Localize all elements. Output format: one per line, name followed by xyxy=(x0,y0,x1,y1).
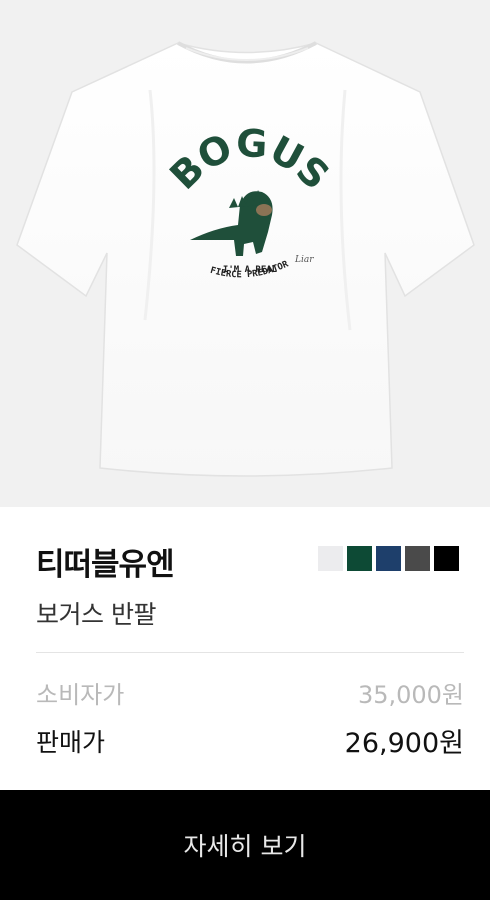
msrp-label: 소비자가 xyxy=(36,681,125,709)
swatch-green[interactable] xyxy=(347,546,372,571)
brand-name[interactable]: 티떠블유엔 xyxy=(36,539,175,584)
msrp-row: 소비자가 35,000원 xyxy=(36,675,464,710)
sale-price-row: 판매가 26,900원 xyxy=(36,721,464,760)
product-info: 티떠블유엔 보거스 반팔 소비자가 35,000원 판매가 26,900원 xyxy=(0,507,490,790)
view-details-button[interactable]: 자세히 보기 xyxy=(0,790,490,900)
print-signature: Liar xyxy=(294,255,314,265)
tshirt-illustration: BOGUS I'M A REAL FIERCE PREDATOR Liar xyxy=(16,41,475,477)
swatch-black[interactable] xyxy=(434,546,459,571)
swatch-navy[interactable] xyxy=(376,546,401,571)
sale-price-label: 판매가 xyxy=(36,727,106,757)
divider xyxy=(36,652,464,653)
swatch-charcoal[interactable] xyxy=(405,546,430,571)
swatch-white[interactable] xyxy=(318,546,343,571)
product-image[interactable]: BOGUS I'M A REAL FIERCE PREDATOR Liar xyxy=(0,0,490,507)
sale-price-value: 26,900원 xyxy=(344,728,464,759)
product-name[interactable]: 보거스 반팔 xyxy=(36,595,156,631)
msrp-value: 35,000원 xyxy=(357,681,464,709)
color-swatches xyxy=(318,546,459,571)
product-card: BOGUS I'M A REAL FIERCE PREDATOR Liar 티떠… xyxy=(0,0,490,900)
